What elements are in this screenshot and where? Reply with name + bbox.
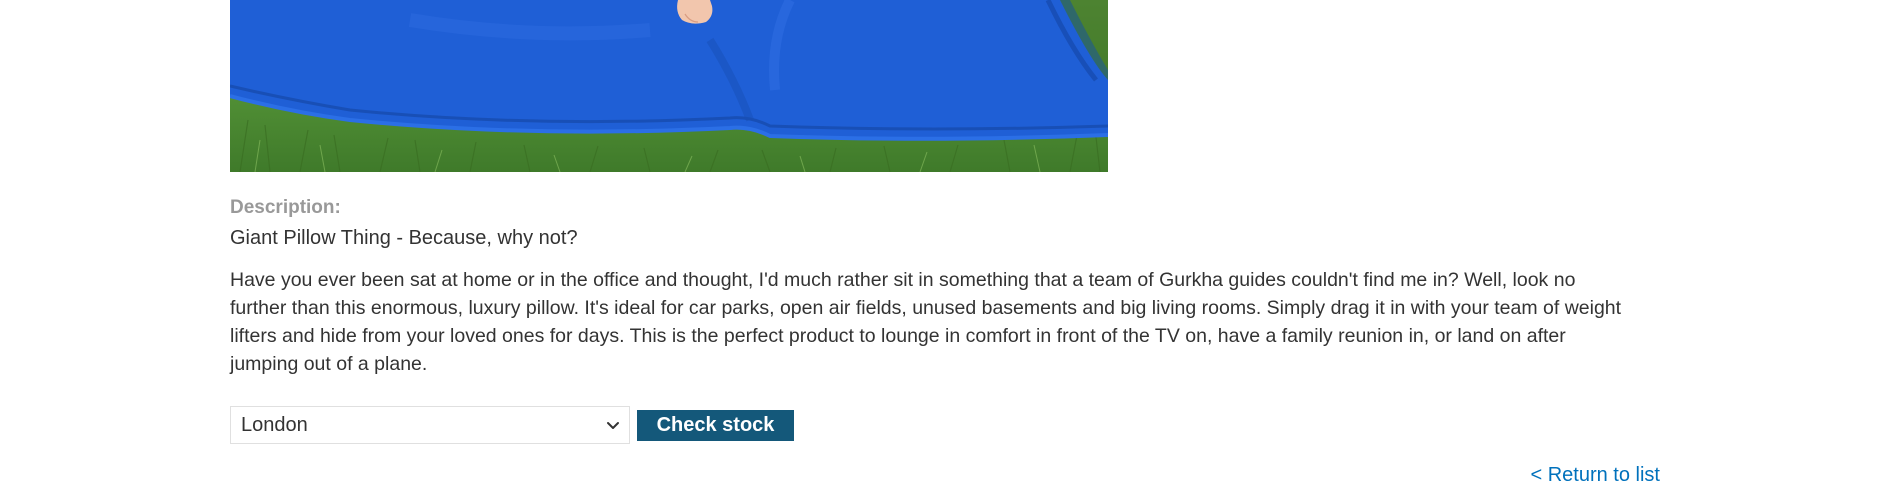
store-select-value: London (241, 413, 308, 436)
return-to-list-link[interactable]: < Return to list (1530, 464, 1660, 487)
product-title: Giant Pillow Thing - Because, why not? (230, 227, 578, 249)
store-select[interactable]: London (230, 406, 630, 444)
description-label: Description: (230, 197, 341, 218)
product-page: Description: Giant Pillow Thing - Becaus… (0, 0, 1884, 501)
product-image (230, 0, 1108, 172)
product-description: Have you ever been sat at home or in the… (230, 269, 1622, 375)
stock-check-form: London Check stock (230, 406, 794, 444)
check-stock-button[interactable]: Check stock (637, 409, 794, 441)
chevron-down-icon (603, 415, 623, 435)
